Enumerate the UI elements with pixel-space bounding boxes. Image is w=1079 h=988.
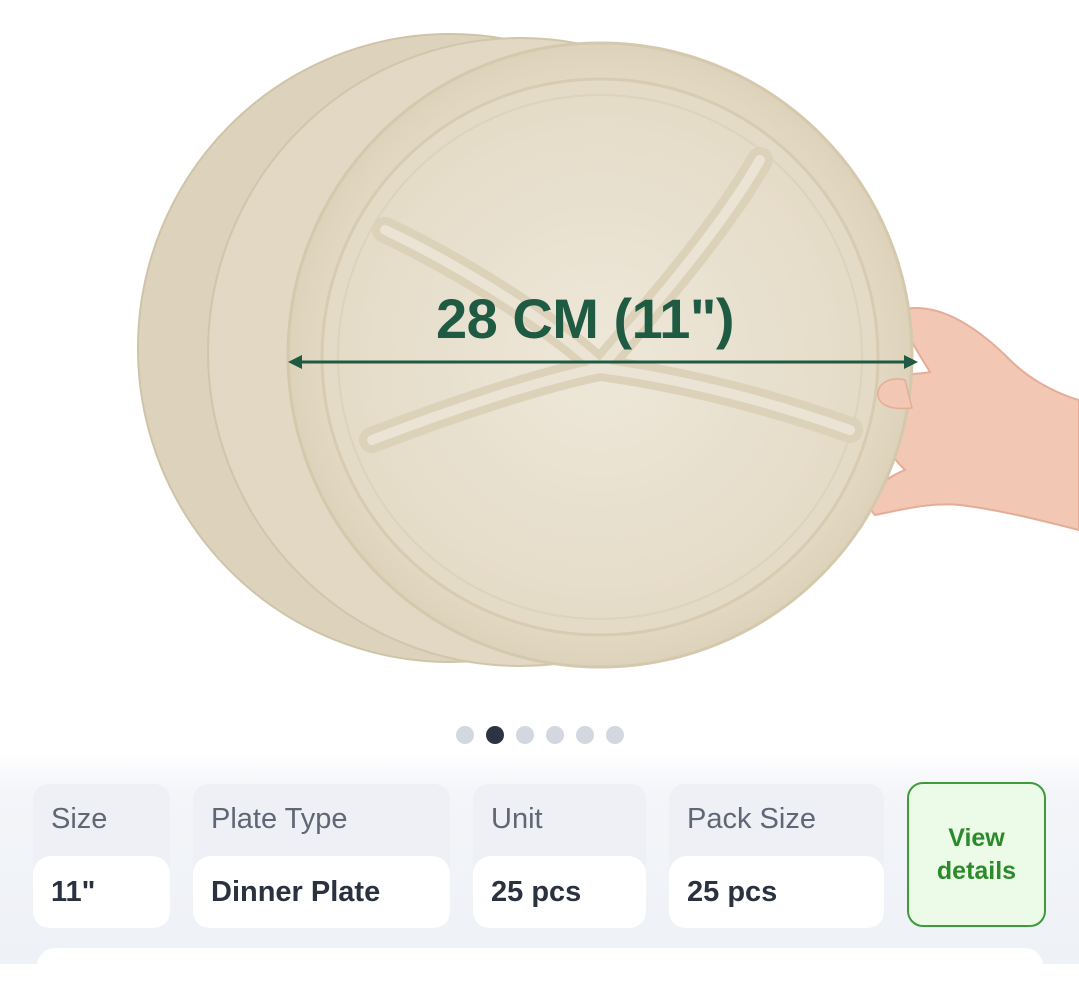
carousel-dot[interactable] — [545, 726, 564, 744]
carousel-dot[interactable] — [575, 726, 594, 744]
view-details-line2: details — [936, 856, 1017, 885]
spec-value: 25 pcs — [669, 856, 884, 928]
carousel-dot[interactable] — [605, 726, 624, 744]
spec-card-pack-size: Pack Size 25 pcs — [669, 784, 884, 928]
spec-card-plate-type: Plate Type Dinner Plate — [193, 784, 450, 928]
carousel-dot-active[interactable] — [485, 726, 504, 744]
view-details-label: View details — [937, 822, 1016, 888]
view-details-line1: View — [948, 823, 1005, 852]
spec-card-unit: Unit 25 pcs — [473, 784, 646, 928]
spec-card-size: Size 11" — [33, 784, 170, 928]
spec-label: Size — [33, 784, 170, 855]
product-image[interactable]: 28 CM (11") — [0, 0, 1079, 700]
dimension-label: 28 CM (11") — [436, 287, 735, 350]
view-details-button[interactable]: View details — [907, 782, 1046, 927]
spec-label: Plate Type — [193, 784, 450, 855]
spec-value: 11" — [33, 856, 170, 928]
spec-label: Unit — [473, 784, 646, 855]
spec-label: Pack Size — [669, 784, 884, 855]
carousel-indicator — [0, 724, 1079, 746]
next-section-card — [37, 948, 1043, 988]
spec-value: Dinner Plate — [193, 856, 450, 928]
carousel-dot[interactable] — [515, 726, 534, 744]
carousel-dot[interactable] — [455, 726, 474, 744]
spec-value: 25 pcs — [473, 856, 646, 928]
